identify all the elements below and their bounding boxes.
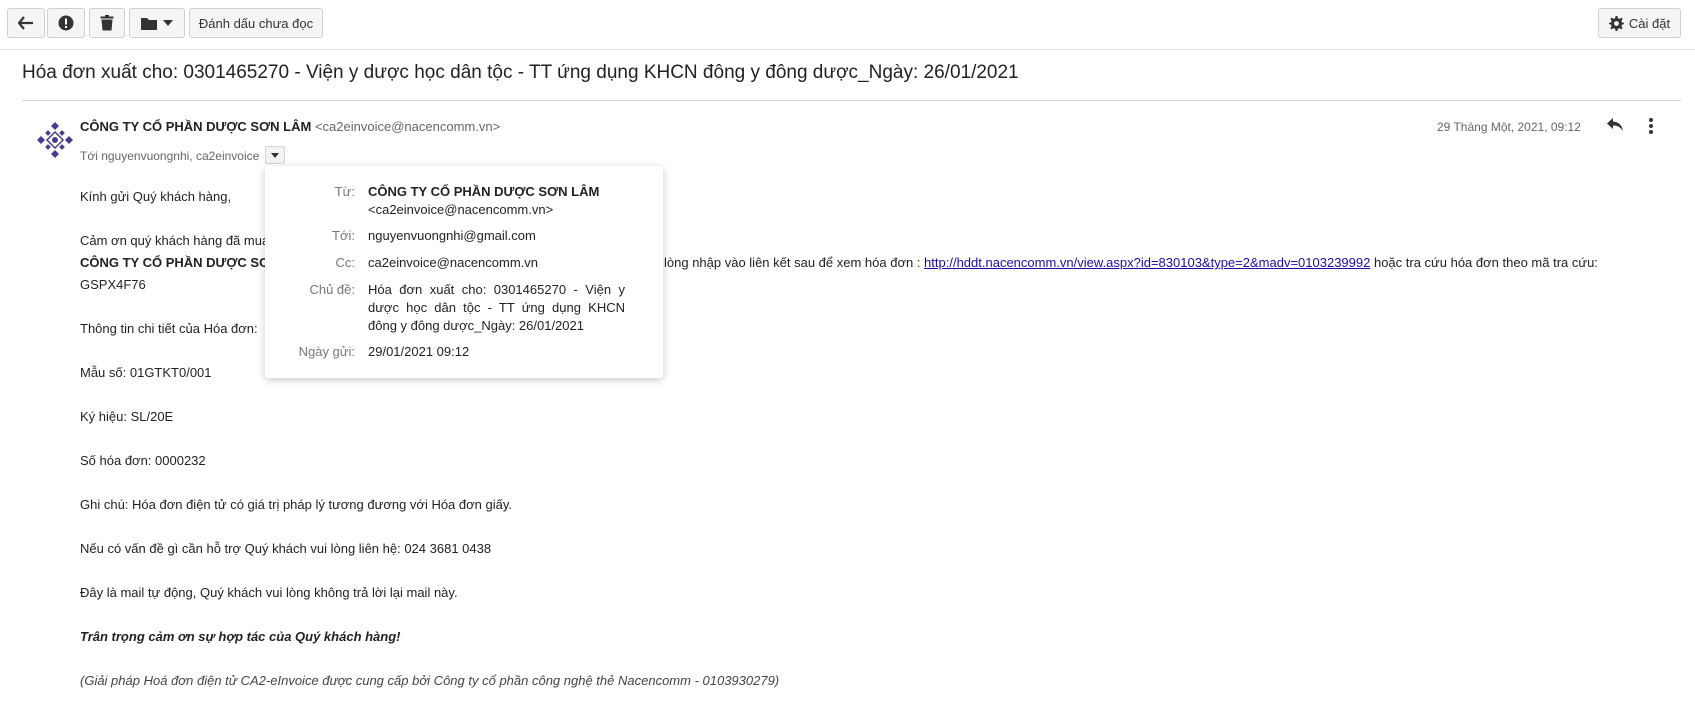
invoice-link[interactable]: http://hddt.nacencomm.vn/view.aspx?id=83… [924, 255, 1370, 270]
invoice-symbol: Ký hiệu: SL/20E [80, 409, 174, 424]
sender-name[interactable]: CÔNG TY CỔ PHẦN DƯỢC SƠN LÂM [80, 119, 311, 134]
thanks-line: Cảm ơn quý khách hàng đã mua [80, 233, 270, 248]
footer-line: (Giải pháp Hoá đơn điện tử CA2-eInvoice … [80, 673, 780, 688]
back-button[interactable] [7, 8, 45, 38]
from-name: CÔNG TY CỔ PHẦN DƯỢC SƠN LÂM [368, 184, 600, 199]
sender-avatar [37, 122, 73, 158]
trash-icon [100, 15, 114, 31]
sender-email: <ca2einvoice@nacencomm.vn> [314, 119, 501, 134]
subject-value: Hóa đơn xuất cho: 0301465270 - Viện y dư… [368, 282, 625, 333]
to-value: nguyenvuongnhi@gmail.com [368, 228, 536, 243]
sender-details-popup: Từ: CÔNG TY CỔ PHẦN DƯỢC SƠN LÂM <ca2ein… [265, 166, 663, 378]
email-date: 29 Tháng Một, 2021, 09:12 [1437, 120, 1581, 134]
gear-icon [1608, 15, 1624, 31]
details-heading: Thông tin chi tiết của Hóa đơn: [80, 321, 258, 336]
subject-label: Chủ đề: [309, 282, 355, 297]
mark-unread-button[interactable]: Đánh dấu chưa đọc [189, 8, 323, 38]
recipients-line: Tới nguyenvuongnhi, ca2einvoice [80, 149, 260, 163]
link-suffix: hoặc tra cứu hóa đơn theo mã tra cứu: [1373, 255, 1598, 270]
caret-down-icon [271, 152, 279, 158]
email-subject: Hóa đơn xuất cho: 0301465270 - Viện y dư… [22, 62, 1019, 83]
note-line: Ghi chú: Hóa đơn điện tử có giá trị pháp… [80, 497, 512, 512]
invoice-link-line: lòng nhập vào liên kết sau để xem hóa đơ… [664, 255, 1598, 270]
form-number: Mẫu số: 01GTKT0/001 [80, 365, 212, 380]
lookup-code: GSPX4F76 [80, 277, 146, 292]
exclamation-circle-icon [58, 15, 74, 31]
show-details-button[interactable] [265, 146, 285, 164]
invoice-number: Số hóa đơn: 0000232 [80, 453, 206, 468]
move-to-folder-button[interactable] [129, 8, 185, 38]
from-label: Từ: [334, 184, 355, 199]
folder-icon [141, 17, 157, 30]
more-options-icon[interactable] [1647, 117, 1655, 135]
delete-button[interactable] [89, 8, 125, 38]
toolbar: Đánh dấu chưa đọc Cài đặt [0, 0, 1695, 50]
mark-unread-label: Đánh dấu chưa đọc [198, 15, 314, 31]
report-spam-button[interactable] [47, 8, 85, 38]
reply-icon[interactable] [1606, 117, 1624, 133]
caret-down-icon [163, 20, 173, 26]
auto-mail-line: Đây là mail tự động, Quý khách vui lòng … [80, 585, 458, 600]
greeting: Kính gửi Quý khách hàng, [80, 189, 232, 204]
from-email: <ca2einvoice@nacencomm.vn> [368, 202, 554, 217]
arrow-left-icon [18, 16, 33, 30]
settings-label: Cài đặt [1628, 15, 1671, 31]
to-label: Tới: [332, 228, 355, 243]
link-prefix: lòng nhập vào liên kết sau để xem hóa đơ… [664, 255, 921, 270]
company-line: CÔNG TY CỔ PHẦN DƯỢC SƠ [80, 255, 271, 270]
sender-line: CÔNG TY CỔ PHẦN DƯỢC SƠN LÂM <ca2einvoic… [80, 119, 500, 134]
support-line: Nếu có vấn đề gì cần hỗ trợ Quý khách vu… [80, 541, 492, 556]
regards-line: Trân trọng cảm ơn sự hợp tác của Quý khá… [80, 629, 401, 644]
sent-date-label: Ngày gửi: [298, 344, 355, 359]
settings-button[interactable]: Cài đặt [1598, 8, 1681, 38]
sent-date-value: 29/01/2021 09:12 [368, 344, 470, 359]
cc-value: ca2einvoice@nacencomm.vn [368, 255, 539, 270]
cc-label: Cc: [335, 255, 356, 270]
divider [22, 100, 1681, 101]
